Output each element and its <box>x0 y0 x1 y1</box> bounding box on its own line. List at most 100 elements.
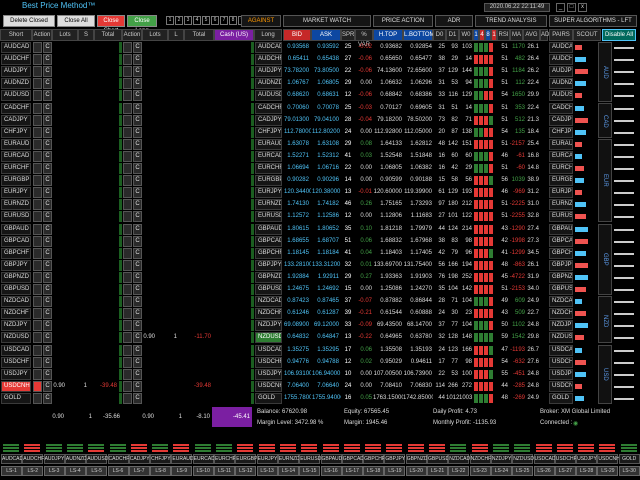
short-close-toggle[interactable]: C <box>43 235 52 247</box>
long-pair-button[interactable]: NZDCHF <box>255 308 282 320</box>
strip-pair-chip[interactable]: GBPCAD <box>341 454 364 464</box>
short-pair-button[interactable]: GBPNZD <box>1 271 31 283</box>
long-close-toggle[interactable]: C <box>133 187 142 199</box>
strip-ls-button[interactable]: LS-2 <box>22 466 44 476</box>
long-close-toggle[interactable]: C <box>133 175 142 187</box>
strip-ls-button[interactable]: LS-15 <box>299 466 321 476</box>
close-long-button[interactable]: Close Long <box>127 15 157 34</box>
short-close-toggle[interactable]: C <box>43 42 52 53</box>
strip-pair-chip[interactable]: AUDNZD <box>64 454 87 464</box>
long-buy-toggle[interactable] <box>123 320 132 332</box>
short-pair-button[interactable]: GBPAUD <box>1 223 31 235</box>
short-close-toggle[interactable]: C <box>43 150 52 162</box>
short-sell-toggle[interactable] <box>33 150 42 162</box>
short-pair-button[interactable]: USDCHF <box>1 356 31 368</box>
strip-pair-chip[interactable]: GBPUSD <box>427 454 449 464</box>
strip-ls-button[interactable]: LS-13 <box>256 466 278 476</box>
long-pair-button[interactable]: USDCAD <box>255 344 282 356</box>
algo-pair-button[interactable]: GBPAUD <box>549 223 573 235</box>
strip-pair-chip[interactable]: EURAUD <box>171 454 194 464</box>
long-pair-button[interactable]: NZDCAD <box>255 296 282 308</box>
algo-pair-button[interactable]: AUDNZD <box>549 78 573 90</box>
strip-ls-button[interactable]: LS-16 <box>320 466 342 476</box>
long-pair-button[interactable]: EURCAD <box>255 150 282 162</box>
short-close-toggle[interactable]: C <box>43 223 52 235</box>
short-close-toggle[interactable]: C <box>43 187 52 199</box>
strip-ls-button[interactable]: LS-5 <box>86 466 108 476</box>
short-sell-toggle[interactable] <box>33 368 42 380</box>
strip-ls-button[interactable]: LS-12 <box>235 466 257 476</box>
short-pair-button[interactable]: CADJPY <box>1 114 31 126</box>
short-close-toggle[interactable]: C <box>43 308 52 320</box>
strip-ls-button[interactable]: LS-21 <box>427 466 448 476</box>
long-close-toggle[interactable]: C <box>133 284 142 295</box>
short-close-toggle[interactable]: C <box>43 259 52 271</box>
short-close-toggle[interactable]: C <box>43 126 52 138</box>
long-close-toggle[interactable]: C <box>133 102 142 114</box>
preset-button-3[interactable]: 3 <box>184 16 192 25</box>
long-buy-toggle[interactable] <box>123 90 132 102</box>
short-pair-button[interactable]: GBPCAD <box>1 235 31 247</box>
long-pair-button[interactable]: USDJPY <box>255 368 282 380</box>
short-pair-button[interactable]: AUDCAD <box>1 42 31 53</box>
long-buy-toggle[interactable] <box>123 368 132 380</box>
short-sell-toggle[interactable] <box>33 54 42 66</box>
short-close-toggle[interactable]: C <box>43 356 52 368</box>
strip-pair-chip[interactable]: EURCAD <box>192 454 215 464</box>
algo-pair-button[interactable]: GBPNZD <box>549 271 573 283</box>
short-pair-button[interactable]: GBPUSD <box>1 284 31 295</box>
long-close-toggle[interactable]: C <box>133 126 142 138</box>
algo-pair-button[interactable]: USDCAD <box>549 344 573 356</box>
strip-ls-button[interactable]: LS-7 <box>128 466 150 476</box>
long-buy-toggle[interactable] <box>123 199 132 211</box>
long-close-toggle[interactable]: C <box>133 138 142 150</box>
short-sell-toggle[interactable] <box>33 344 42 356</box>
short-sell-toggle[interactable] <box>33 126 42 138</box>
long-pair-button[interactable]: CHFJPY <box>255 126 282 138</box>
long-close-toggle[interactable]: C <box>133 235 142 247</box>
long-close-toggle[interactable]: C <box>133 163 142 174</box>
short-sell-toggle[interactable] <box>33 42 42 53</box>
long-close-toggle[interactable]: C <box>133 223 142 235</box>
strip-pair-chip[interactable]: EURCHF <box>214 454 236 464</box>
long-pair-button[interactable]: GBPCHF <box>255 247 282 259</box>
short-pair-button[interactable]: EURJPY <box>1 187 31 199</box>
strip-pair-chip[interactable]: GBPAUD <box>320 454 342 464</box>
short-sell-toggle[interactable] <box>33 66 42 78</box>
short-close-toggle[interactable]: C <box>43 211 52 223</box>
strip-ls-button[interactable]: LS-6 <box>107 466 129 476</box>
strip-ls-button[interactable]: LS-25 <box>512 466 534 476</box>
long-close-toggle[interactable]: C <box>133 344 142 356</box>
long-pair-button[interactable]: EURJPY <box>255 187 282 199</box>
short-pair-button[interactable]: USDCNH <box>1 380 31 392</box>
long-close-toggle[interactable]: C <box>133 259 142 271</box>
short-close-toggle[interactable]: C <box>43 78 52 90</box>
long-close-toggle[interactable]: C <box>133 380 142 392</box>
algo-pair-button[interactable]: CADJPY <box>549 114 573 126</box>
long-close-toggle[interactable]: C <box>133 150 142 162</box>
algo-pair-button[interactable]: NZDUSD <box>549 332 573 344</box>
long-close-toggle[interactable]: C <box>133 199 142 211</box>
strip-ls-button[interactable]: LS-23 <box>469 466 491 476</box>
algo-pair-button[interactable]: EURAUD <box>549 138 573 150</box>
strip-pair-chip[interactable]: CHFJPY <box>150 454 172 464</box>
short-pair-button[interactable]: EURCAD <box>1 150 31 162</box>
minimize-button[interactable]: _ <box>556 3 565 12</box>
short-close-toggle[interactable]: C <box>43 102 52 114</box>
short-sell-toggle[interactable] <box>33 332 42 344</box>
short-sell-toggle[interactable] <box>33 356 42 368</box>
short-close-toggle[interactable]: C <box>43 380 52 392</box>
long-buy-toggle[interactable] <box>123 344 132 356</box>
strip-ls-button[interactable]: LS-18 <box>363 466 385 476</box>
long-pair-button[interactable]: USDCHF <box>255 356 282 368</box>
long-buy-toggle[interactable] <box>123 78 132 90</box>
long-buy-toggle[interactable] <box>123 247 132 259</box>
close-short-button[interactable]: Close Short <box>97 15 125 34</box>
short-close-toggle[interactable]: C <box>43 296 52 308</box>
long-pair-button[interactable]: AUDCHF <box>255 54 282 66</box>
long-buy-toggle[interactable] <box>123 296 132 308</box>
long-buy-toggle[interactable] <box>123 235 132 247</box>
long-pair-button[interactable]: GBPJPY <box>255 259 282 271</box>
strip-ls-button[interactable]: LS-22 <box>448 466 470 476</box>
long-buy-toggle[interactable] <box>123 356 132 368</box>
